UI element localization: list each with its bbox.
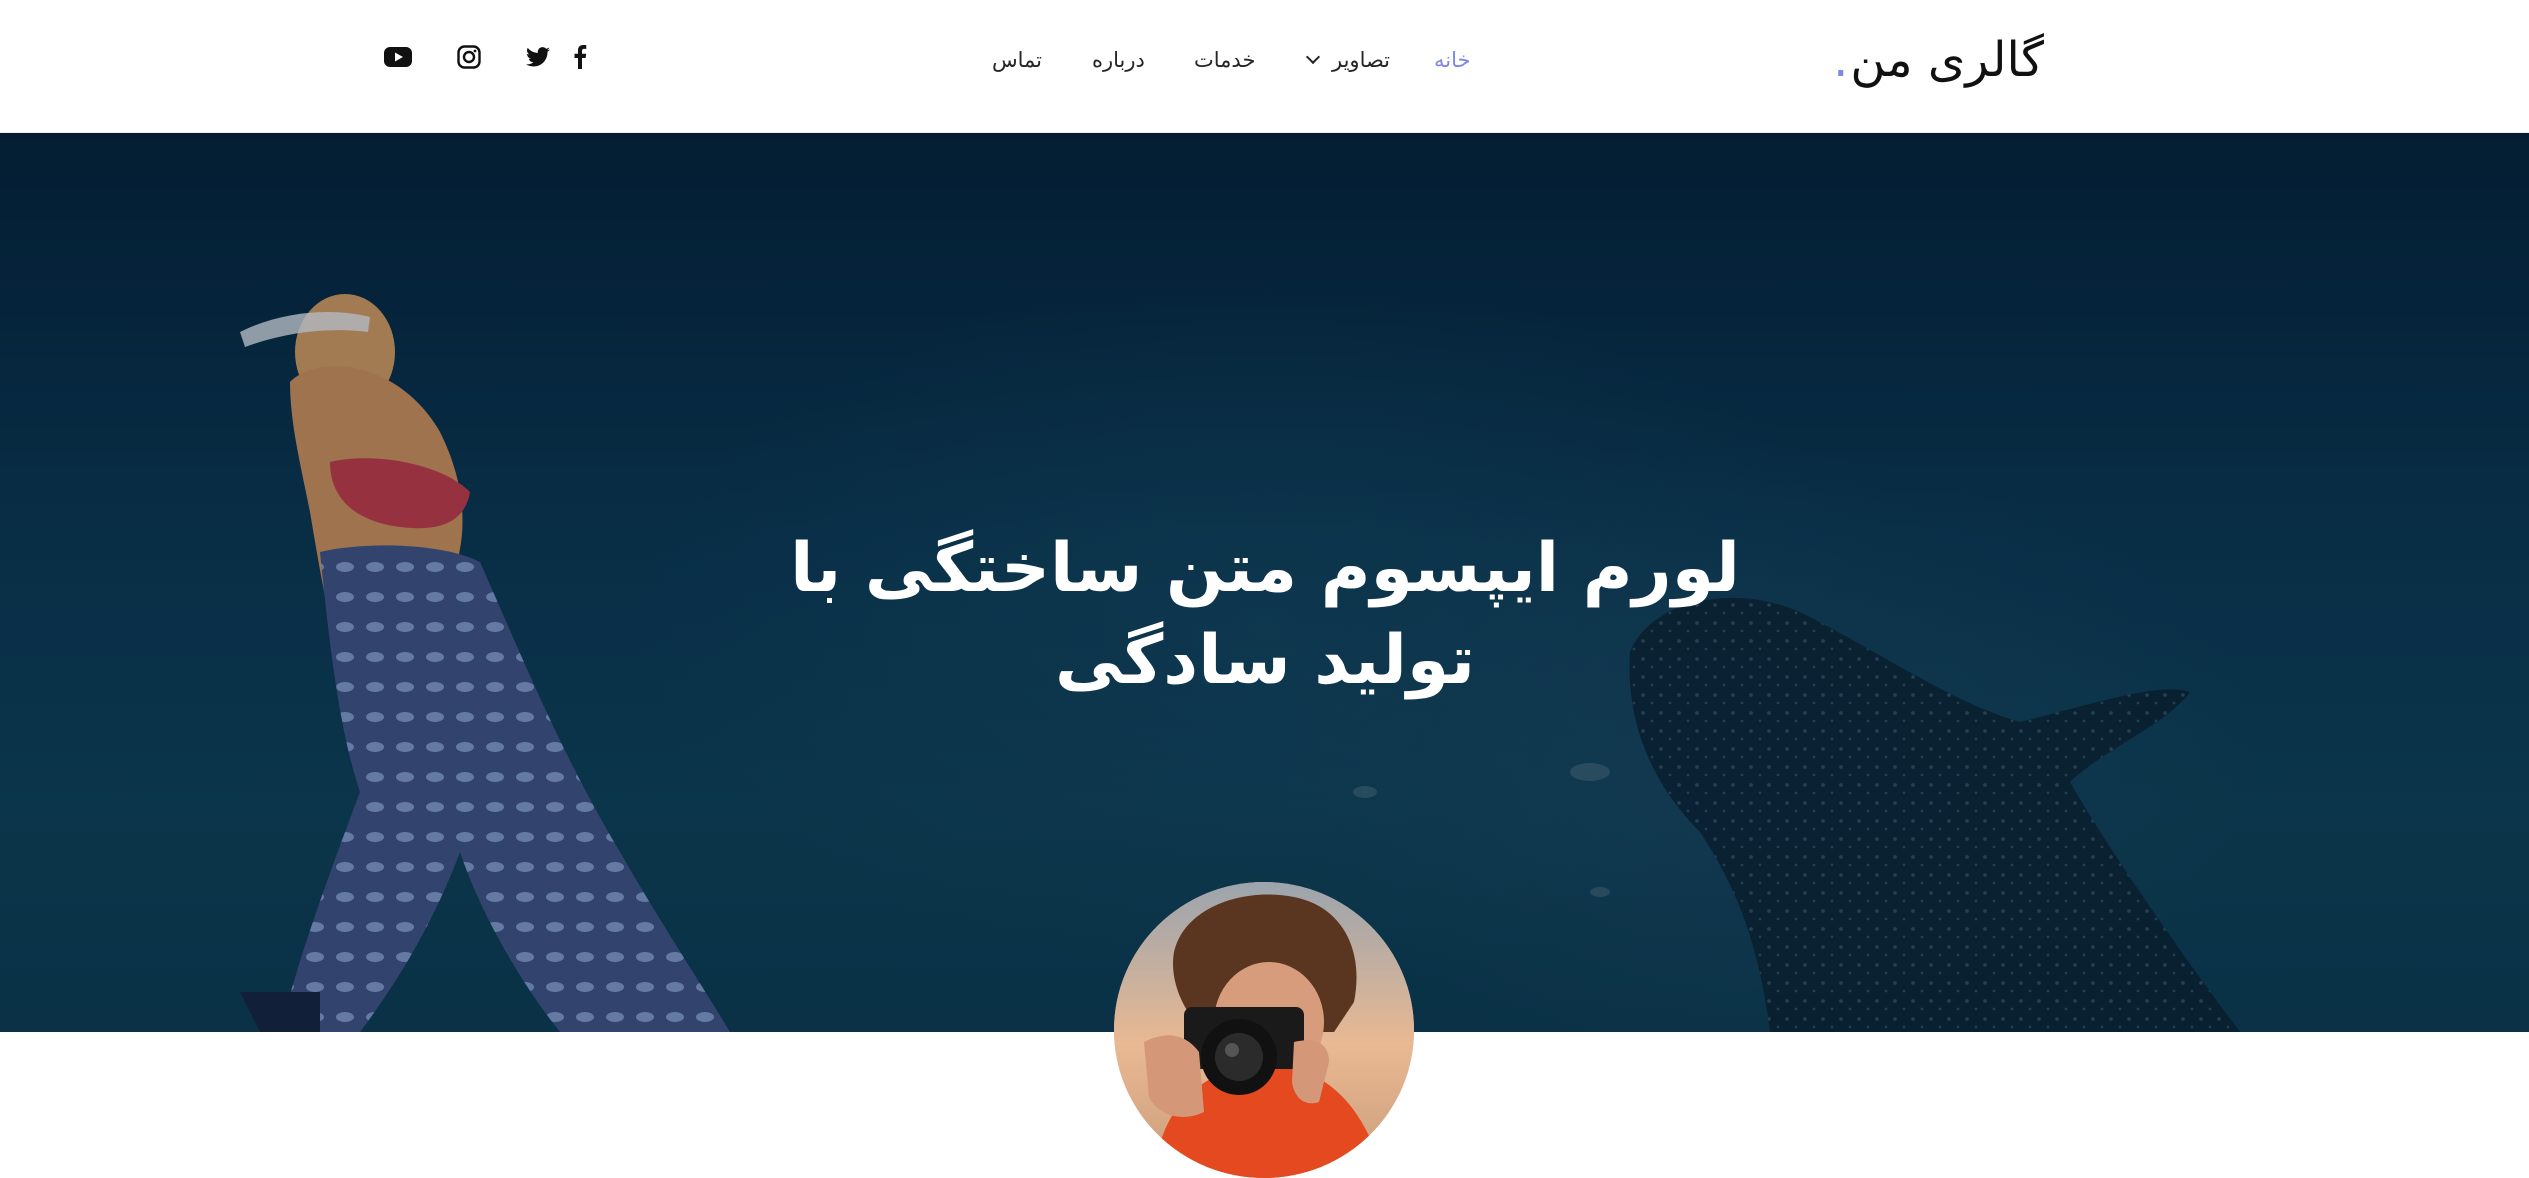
twitter-icon[interactable] — [523, 42, 553, 72]
facebook-icon[interactable] — [565, 42, 595, 72]
photographer-photo — [1114, 882, 1414, 1178]
nav-item-gallery-label: تصاویر — [1332, 48, 1391, 72]
nav-item-about[interactable]: درباره — [1092, 44, 1145, 76]
youtube-icon[interactable] — [383, 42, 413, 72]
nav-item-gallery[interactable]: تصاویر — [1305, 44, 1391, 76]
chevron-down-icon — [1305, 49, 1321, 65]
hero-title: لورم ایپسوم متن ساختگی با تولید سادگی — [790, 528, 1740, 700]
main-nav: خانه تصاویر خدمات درباره تماس — [0, 0, 2529, 132]
site-header: گالری من. خانه تصاویر خدمات درباره تماس — [0, 0, 2529, 133]
nav-item-services[interactable]: خدمات — [1194, 44, 1255, 76]
nav-item-contact[interactable]: تماس — [992, 44, 1042, 76]
avatar — [1114, 882, 1414, 1178]
instagram-icon[interactable] — [454, 42, 484, 72]
nav-item-home[interactable]: خانه — [1434, 44, 1470, 76]
